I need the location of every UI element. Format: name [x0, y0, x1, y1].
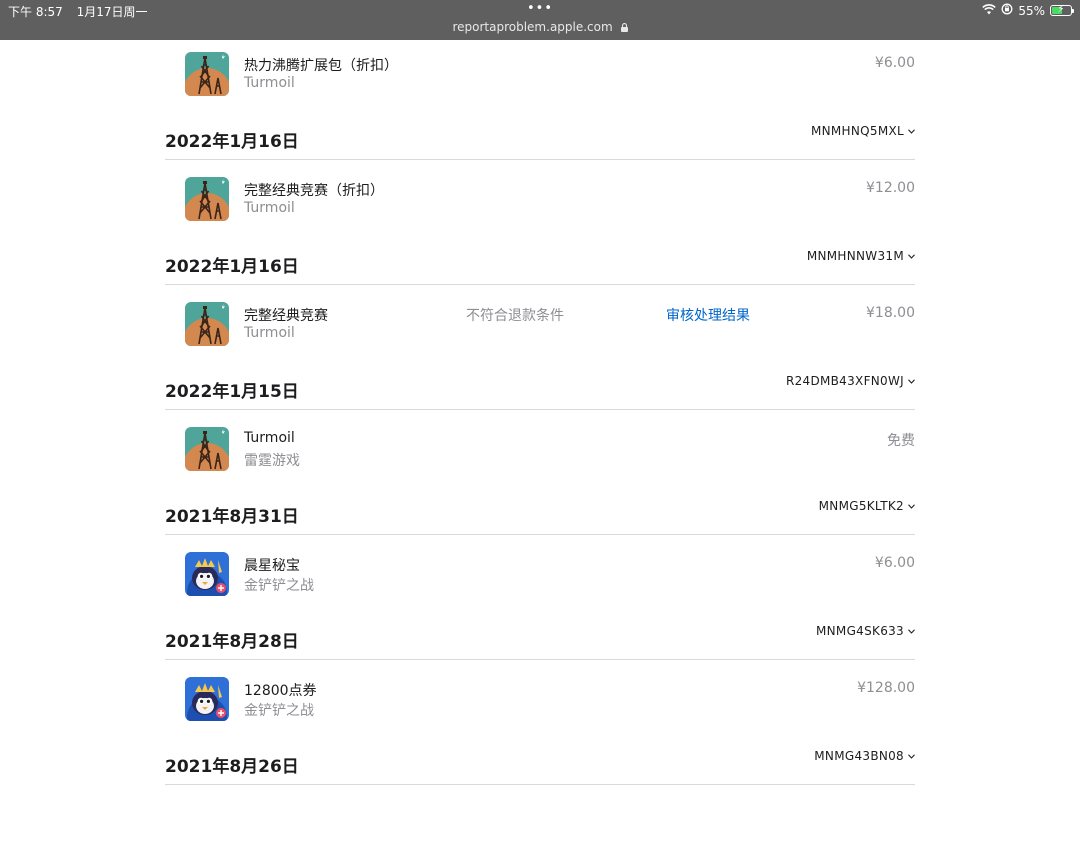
chevron-down-icon [908, 252, 915, 262]
divider [165, 284, 915, 285]
purchase-item[interactable]: 完整经典竞赛（折扣） Turmoil ¥12.00 [165, 175, 915, 225]
item-title: 12800点券 [244, 683, 317, 699]
item-price: ¥6.00 [874, 55, 915, 71]
item-subtitle: Turmoil [244, 75, 295, 91]
order-id-dropdown[interactable]: R24DMB43XFN0WJ [786, 374, 915, 388]
purchase-date: 2021年8月31日 [165, 507, 299, 527]
item-title: 完整经典竞赛 [244, 308, 328, 324]
divider [165, 659, 915, 660]
order-id-dropdown[interactable]: MNMHNNW31M [807, 249, 915, 263]
item-title: Turmoil [244, 430, 295, 446]
purchase-date: 2021年8月28日 [165, 632, 299, 652]
purchase-group: 2022年1月16日 MNMHNQ5MXL 完整经典竞赛（折扣） Turmoil ¥1… [165, 112, 915, 237]
address-bar[interactable]: reportaproblem.apple.com [0, 20, 1080, 35]
item-subtitle: 金铲铲之战 [244, 578, 314, 594]
item-subtitle: Turmoil [244, 325, 295, 341]
chevron-down-icon [908, 752, 915, 762]
item-title: 完整经典竞赛（折扣） [244, 183, 384, 199]
item-price: ¥6.00 [874, 555, 915, 571]
purchase-group: 2022年1月16日 MNMHNNW31M 完整经典竞赛 Turmoil 不符合退款条… [165, 237, 915, 362]
chevron-down-icon [908, 502, 915, 512]
order-id: MNMG5KLTK2 [818, 499, 904, 513]
purchase-date-row: 2022年1月16日 MNMHNNW31M [165, 237, 915, 282]
turmoil-app-icon [185, 177, 229, 221]
order-id-dropdown[interactable]: MNMG43BN08 [814, 749, 915, 763]
item-subtitle: 雷霆游戏 [244, 453, 300, 469]
status-right: 55% ⚡ [982, 3, 1074, 18]
purchase-date: 2022年1月16日 [165, 132, 299, 152]
wifi-icon [982, 3, 997, 18]
url-text: reportaproblem.apple.com [452, 20, 613, 34]
divider [165, 784, 915, 785]
order-id: MNMG43BN08 [814, 749, 904, 763]
item-price: 免费 [887, 433, 915, 449]
purchase-date-row: 2021年8月28日 MNMG4SK633 [165, 612, 915, 657]
lock-icon [620, 21, 628, 35]
purchase-item[interactable]: 热力沸腾扩展包（折扣） Turmoil ¥6.00 [165, 50, 915, 100]
item-subtitle: Turmoil [244, 200, 295, 216]
item-subtitle: 金铲铲之战 [244, 703, 314, 719]
item-title: 热力沸腾扩展包（折扣） [244, 58, 398, 74]
purchase-date: 2022年1月16日 [165, 257, 299, 277]
order-id-dropdown[interactable]: MNMHNQ5MXL [811, 124, 915, 138]
purchase-group: 2021年8月28日 MNMG4SK633 12800点券 金铲铲之战 ¥128.00 [165, 612, 915, 737]
purchase-item[interactable]: 完整经典竞赛 Turmoil 不符合退款条件 审核处理结果 ¥18.00 [165, 300, 915, 350]
turmoil-app-icon [185, 302, 229, 346]
purchase-date: 2022年1月15日 [165, 382, 299, 402]
purchase-group: 2021年8月26日 MNMG43BN08 [165, 737, 915, 862]
battery-icon: ⚡ [1050, 4, 1074, 16]
order-id: MNMHNNW31M [806, 249, 904, 263]
multitasking-dots[interactable]: ••• [0, 2, 1080, 16]
refund-status: 不符合退款条件 [466, 308, 564, 324]
purchase-date-row: 2022年1月15日 R24DMB43XFN0WJ [165, 362, 915, 407]
divider [165, 409, 915, 410]
purchase-item[interactable]: 12800点券 金铲铲之战 ¥128.00 [165, 675, 915, 725]
order-id-dropdown[interactable]: MNMG5KLTK2 [819, 499, 915, 513]
chevron-down-icon [908, 627, 915, 637]
purchase-list: 2022年1月16日 热力沸腾扩展包（折扣）Turmoil¥6.002022年1… [165, 0, 915, 862]
item-price: ¥18.00 [866, 305, 915, 321]
turmoil-app-icon [185, 52, 229, 96]
order-id-dropdown[interactable]: MNMG4SK633 [816, 624, 915, 638]
order-id: R24DMB43XFN0WJ [785, 374, 904, 388]
purchase-item[interactable]: 晨星秘宝金铲铲之战 ¥6.00 [165, 550, 915, 600]
penguin-app-icon [185, 552, 229, 596]
purchase-group: 2021年8月31日 MNMG5KLTK2 晨星秘宝金铲铲之战 ¥6.00 [165, 487, 915, 612]
purchase-date-row: 2022年1月16日 MNMHNQ5MXL [165, 112, 915, 157]
browser-status-bar: 下午 8:57 1月17日周一 ••• reportaproblem.apple… [0, 0, 1080, 40]
battery-percent: 55% [1018, 3, 1045, 18]
penguin-app-icon [185, 677, 229, 721]
purchase-item[interactable]: Turmoil 雷霆游戏 免费 [165, 425, 915, 475]
purchase-group: 2022年1月15日 R24DMB43XFN0WJ Turmoil 雷霆游戏 免费 [165, 362, 915, 487]
order-id: MNMHNQ5MXL [810, 124, 904, 138]
divider [165, 159, 915, 160]
order-id: MNMG4SK633 [815, 624, 904, 638]
chevron-down-icon [908, 377, 915, 387]
divider [165, 534, 915, 535]
chevron-down-icon [908, 127, 915, 137]
item-price: ¥12.00 [866, 180, 915, 196]
purchase-date-row: 2021年8月26日 MNMG43BN08 [165, 737, 915, 782]
turmoil-app-icon [185, 427, 229, 471]
purchase-date: 2021年8月26日 [165, 757, 299, 777]
item-price: ¥128.00 [857, 680, 915, 696]
orientation-lock-icon [1001, 3, 1013, 18]
purchase-date-row: 2021年8月31日 MNMG5KLTK2 [165, 487, 915, 532]
review-result-link[interactable]: 审核处理结果 [666, 305, 750, 325]
item-title: 晨星秘宝 [244, 558, 300, 574]
